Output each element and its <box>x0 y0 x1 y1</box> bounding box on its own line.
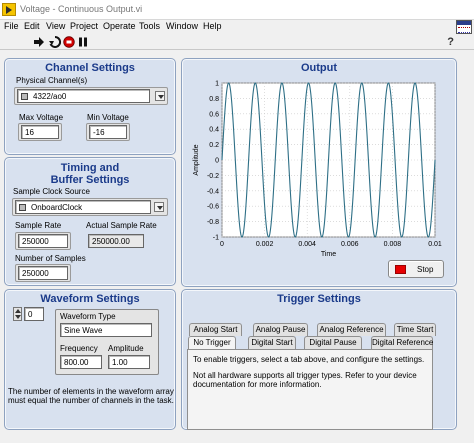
y-tick-label: 1 <box>215 81 219 88</box>
max-voltage-label: Max Voltage <box>19 113 64 122</box>
decrement-arrow-icon[interactable] <box>15 315 21 319</box>
context-help-icon[interactable]: ? <box>447 36 454 48</box>
max-voltage-field[interactable]: 16 <box>21 125 59 139</box>
y-tick-label: 0.2 <box>209 142 219 149</box>
actual-sample-rate-label: Actual Sample Rate <box>86 221 157 230</box>
frequency-field[interactable]: 800.00 <box>60 355 102 369</box>
menu-view[interactable]: View <box>46 21 65 31</box>
output-waveform-chart[interactable]: 0 0.002 0.004 0.006 0.008 0.0110.80.60.40.20-… <box>181 72 457 259</box>
menu-edit[interactable]: Edit <box>24 21 40 31</box>
trigger-settings-title: Trigger Settings <box>277 293 361 305</box>
actual-sample-rate-field: 250000.00 <box>88 234 144 248</box>
frequency-label: Frequency <box>60 344 98 353</box>
x-axis-label: Time <box>321 251 336 258</box>
min-voltage-label: Min Voltage <box>87 113 129 122</box>
menu-window[interactable]: Window <box>166 21 198 31</box>
sample-rate-label: Sample Rate <box>15 221 62 230</box>
menu-tools[interactable]: Tools <box>139 21 160 31</box>
abort-icon[interactable] <box>63 36 75 48</box>
menu-operate[interactable]: Operate <box>103 21 136 31</box>
run-continuously-icon[interactable] <box>49 36 61 48</box>
array-index-field[interactable]: 0 <box>24 307 44 321</box>
tab-digital-start[interactable]: Digital Start <box>248 336 296 349</box>
physical-channel-label: Physical Channel(s) <box>16 76 88 85</box>
clock-source-value: OnboardClock <box>31 203 83 212</box>
io-channel-icon <box>21 93 28 100</box>
timing-title-line1: Timing and <box>60 162 120 174</box>
stop-button[interactable]: Stop <box>388 260 444 278</box>
menu-project[interactable]: Project <box>70 21 98 31</box>
waveform-note-line2: must equal the number of channels in the… <box>8 396 174 405</box>
menu-file[interactable]: File <box>4 21 19 31</box>
run-arrow-icon[interactable] <box>33 36 45 48</box>
min-voltage-field[interactable]: -16 <box>89 125 127 139</box>
tab-digital-reference[interactable]: Digital Reference <box>371 336 433 349</box>
stop-button-label: Stop <box>417 265 434 274</box>
toolbar <box>0 34 474 50</box>
y-tick-label: 0.4 <box>209 127 219 134</box>
clock-source-label: Sample Clock Source <box>13 187 90 196</box>
amplitude-field[interactable]: 1.00 <box>108 355 150 369</box>
sample-rate-field[interactable]: 250000 <box>18 234 68 248</box>
trigger-info-text: To enable triggers, select a tab above, … <box>193 355 425 364</box>
physical-channel-value: 4322/ao0 <box>33 92 67 101</box>
menu-bar: File Edit View Project Operate Tools Win… <box>0 20 474 34</box>
y-tick-label: 0 <box>215 158 219 165</box>
vi-connector-icon[interactable] <box>456 20 472 34</box>
tab-analog-pause[interactable]: Analog Pause <box>253 323 308 336</box>
array-index-stepper[interactable] <box>13 307 22 321</box>
y-tick-label: -0.8 <box>207 219 219 226</box>
pause-icon[interactable] <box>77 36 89 48</box>
clock-source-dropdown[interactable] <box>154 202 164 212</box>
x-tick-label: 0.008 <box>384 241 402 248</box>
x-tick-label: 0 <box>220 241 224 248</box>
tab-digital-pause[interactable]: Digital Pause <box>304 336 362 349</box>
status-strip <box>0 432 474 443</box>
y-tick-label: -0.4 <box>207 188 219 195</box>
tab-time-start[interactable]: Time Start <box>394 323 436 336</box>
stop-indicator-icon <box>395 265 406 274</box>
y-axis-label: Amplitude <box>193 144 200 175</box>
number-of-samples-field[interactable]: 250000 <box>18 266 68 280</box>
x-tick-label: 0.002 <box>256 241 274 248</box>
y-tick-label: 0.8 <box>209 96 219 103</box>
amplitude-label: Amplitude <box>108 344 144 353</box>
waveform-settings-title: Waveform Settings <box>40 293 140 305</box>
labview-app-icon <box>2 3 16 16</box>
trigger-hardware-note-line2: documentation for more information. <box>193 380 322 389</box>
channel-settings-title: Channel Settings <box>45 62 135 74</box>
x-tick-label: 0.006 <box>341 241 359 248</box>
tab-analog-reference[interactable]: Analog Reference <box>317 323 386 336</box>
physical-channel-field[interactable]: 4322/ao0 <box>17 89 150 103</box>
waveform-note-line1: The number of elements in the waveform a… <box>8 387 174 396</box>
increment-arrow-icon[interactable] <box>15 309 21 313</box>
waveform-type-label: Waveform Type <box>60 312 116 321</box>
physical-channel-dropdown[interactable] <box>155 91 165 101</box>
menu-help[interactable]: Help <box>203 21 222 31</box>
number-of-samples-label: Number of Samples <box>15 254 86 263</box>
tab-no-trigger[interactable]: No Trigger <box>188 336 236 349</box>
clock-source-field[interactable]: OnboardClock <box>15 200 151 214</box>
y-tick-label: -1 <box>213 235 219 242</box>
waveform-type-field[interactable]: Sine Wave <box>60 323 152 337</box>
y-tick-label: -0.2 <box>207 173 219 180</box>
x-tick-label: 0.01 <box>428 241 442 248</box>
terminal-icon <box>19 204 26 211</box>
x-tick-label: 0.004 <box>298 241 316 248</box>
y-tick-label: -0.6 <box>207 204 219 211</box>
window-title: Voltage - Continuous Output.vi <box>20 4 143 14</box>
window-title-bar[interactable]: Voltage - Continuous Output.vi <box>0 0 474 20</box>
y-tick-label: 0.6 <box>209 111 219 118</box>
tab-analog-start[interactable]: Analog Start <box>189 323 242 336</box>
timing-title-line2: Buffer Settings <box>50 174 130 186</box>
